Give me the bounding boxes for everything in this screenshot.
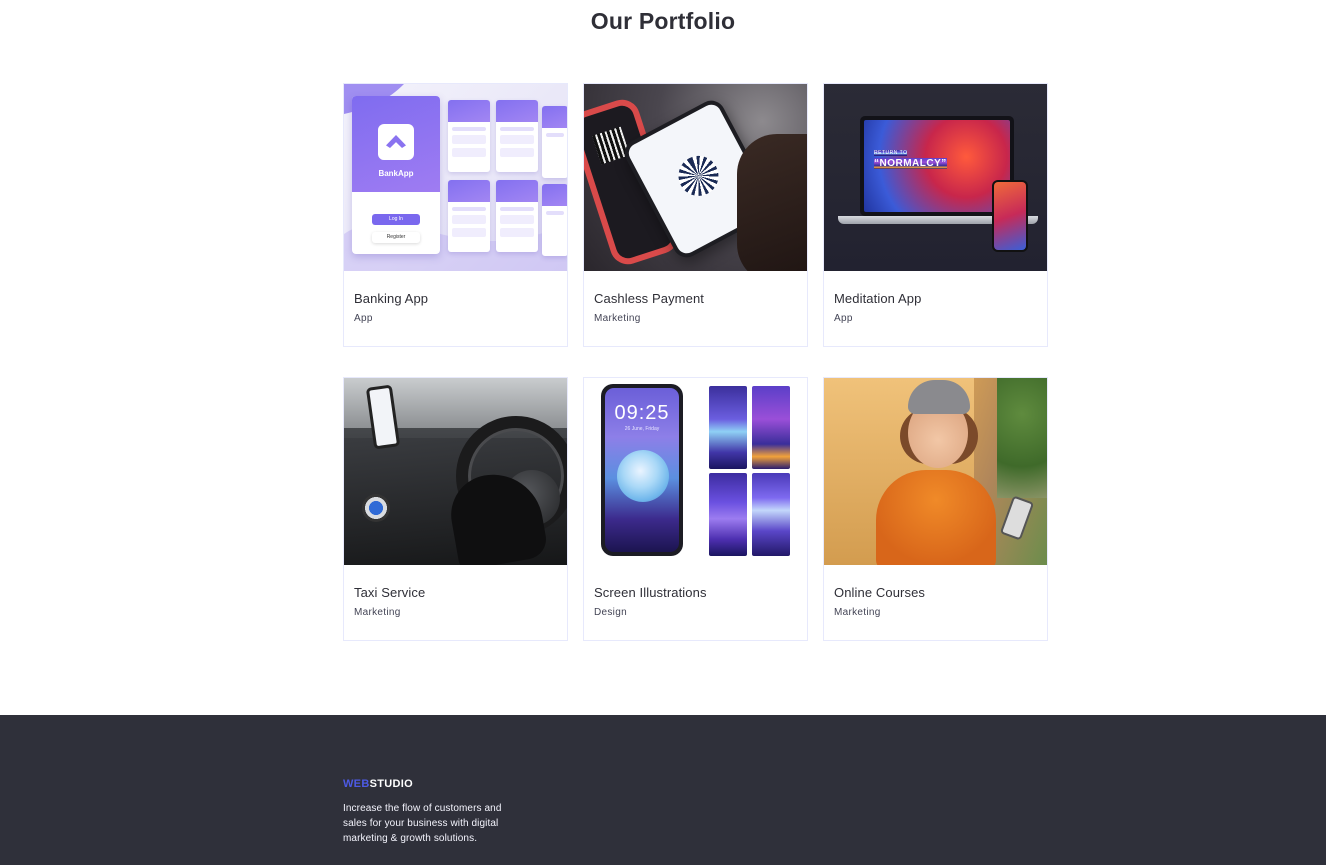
- card-title: Taxi Service: [354, 585, 426, 600]
- bank-logo-icon: [378, 124, 414, 160]
- orange-sweater: [876, 470, 996, 565]
- bank-register-label: Register: [372, 232, 420, 243]
- card-title: Cashless Payment: [594, 291, 704, 306]
- laptop-mockup: RETURN TO “NORMALCY”: [860, 116, 1014, 216]
- screen-illustrations-image[interactable]: 09:25 26 June, Friday: [584, 378, 807, 565]
- bank-screen-mini: [542, 106, 567, 178]
- card-title: Meditation App: [834, 291, 922, 306]
- online-courses-image[interactable]: [824, 378, 1047, 565]
- qr-code-icon: [671, 148, 726, 203]
- illustration-tile: [709, 473, 747, 556]
- card-title: Online Courses: [834, 585, 925, 600]
- card-title: Banking App: [354, 291, 429, 306]
- hand: [737, 134, 807, 271]
- phone-mockup: 09:25 26 June, Friday: [601, 384, 683, 556]
- portfolio-card-meditation-app[interactable]: RETURN TO “NORMALCY” Meditation App App: [823, 83, 1048, 347]
- meditation-app-image[interactable]: RETURN TO “NORMALCY”: [824, 84, 1047, 271]
- card-title: Screen Illustrations: [594, 585, 707, 600]
- illustration-tile: [752, 473, 790, 556]
- logo-part-web: WEB: [343, 778, 370, 790]
- bank-brand: BankApp: [378, 169, 414, 178]
- footer: WEBSTUDIO Increase the flow of customers…: [0, 715, 1326, 865]
- background-trees: [997, 378, 1047, 498]
- banking-app-image[interactable]: BankApp Log In Register: [344, 84, 567, 271]
- footer-description: Increase the flow of customers and sales…: [343, 803, 502, 844]
- portfolio-card-taxi-service[interactable]: Taxi Service Marketing: [343, 377, 568, 641]
- bank-screen-mini: [448, 180, 490, 252]
- portfolio-card-cashless-payment[interactable]: Cashless Payment Marketing: [583, 83, 808, 347]
- screen-text-large: “NORMALCY”: [874, 158, 947, 169]
- card-category: Design: [594, 607, 627, 618]
- lockscreen-date: 26 June, Friday: [624, 426, 660, 432]
- bank-screen-mini: [542, 184, 567, 256]
- illustration-tile: [752, 386, 790, 469]
- lockscreen-time: 09:25: [614, 402, 670, 424]
- cashless-payment-image[interactable]: [584, 84, 807, 271]
- portfolio-card-banking-app[interactable]: BankApp Log In Register Banking App App: [343, 83, 568, 347]
- page-title: Our Portfolio: [590, 8, 736, 34]
- portfolio-grid: BankApp Log In Register Banking App App …: [343, 83, 1048, 641]
- logo-part-studio: STUDIO: [369, 778, 413, 790]
- bank-screen-mini: [448, 100, 490, 172]
- phone-mockup: [992, 180, 1028, 252]
- bank-phone-mockup: BankApp Log In Register: [352, 96, 440, 254]
- taxi-service-image[interactable]: [344, 378, 567, 565]
- portfolio-card-online-courses[interactable]: Online Courses Marketing: [823, 377, 1048, 641]
- moon-illustration: [617, 450, 669, 502]
- bank-screen-mini: [496, 180, 538, 252]
- portfolio-card-screen-illustrations[interactable]: 09:25 26 June, Friday Screen Illustratio…: [583, 377, 808, 641]
- illustration-tile: [709, 386, 747, 469]
- phone: [999, 495, 1035, 541]
- card-category: Marketing: [834, 607, 881, 618]
- screen-text-small: RETURN TO: [874, 150, 908, 156]
- bank-login-label: Log In: [372, 214, 420, 225]
- card-category: App: [354, 313, 373, 324]
- card-category: Marketing: [354, 607, 401, 618]
- bank-screen-mini: [496, 100, 538, 172]
- card-category: App: [834, 313, 853, 324]
- footer-logo[interactable]: WEBSTUDIO: [343, 778, 413, 790]
- car-logo-icon: [362, 494, 390, 522]
- card-category: Marketing: [594, 313, 641, 324]
